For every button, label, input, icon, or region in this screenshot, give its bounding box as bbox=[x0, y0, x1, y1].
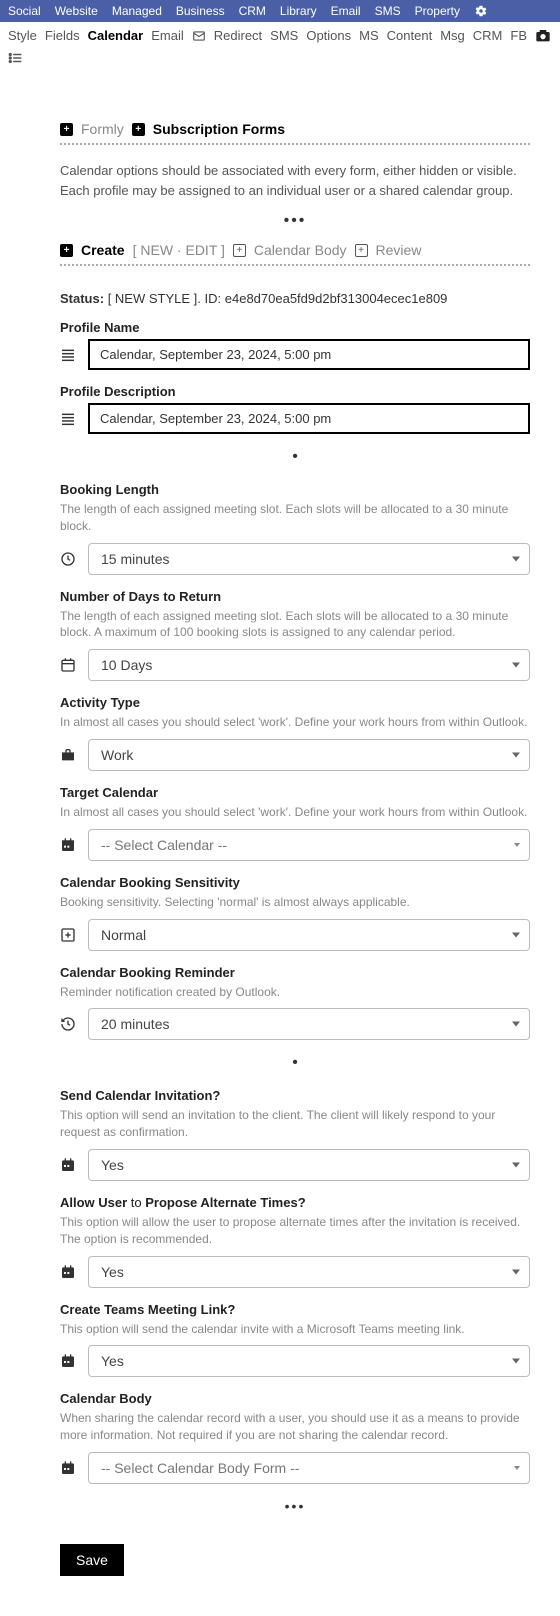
new-edit-label: [ NEW · EDIT ] bbox=[133, 242, 225, 258]
plus-outline-icon[interactable]: + bbox=[355, 244, 368, 257]
teams-link-help: This option will send the calendar invit… bbox=[60, 1321, 530, 1338]
activity-type-select[interactable]: Work bbox=[88, 739, 530, 771]
intro-text: Calendar options should be associated wi… bbox=[60, 161, 530, 200]
profile-description-label: Profile Description bbox=[60, 384, 530, 399]
reminder-help: Reminder notification created by Outlook… bbox=[60, 984, 530, 1001]
profile-description-input[interactable] bbox=[88, 403, 530, 434]
briefcase-icon bbox=[60, 747, 78, 763]
clock-icon bbox=[60, 551, 78, 567]
plus-icon[interactable]: + bbox=[60, 244, 73, 257]
plus-icon[interactable]: + bbox=[132, 123, 145, 136]
calendar-body-label: Calendar Body bbox=[60, 1391, 530, 1406]
calendar-fill-icon bbox=[60, 1157, 78, 1173]
nav-business[interactable]: Business bbox=[176, 4, 225, 18]
send-invite-help: This option will send an invitation to t… bbox=[60, 1107, 530, 1141]
plus-outline-icon[interactable]: + bbox=[233, 244, 246, 257]
nav-managed[interactable]: Managed bbox=[112, 4, 162, 18]
calendar-body-select[interactable]: -- Select Calendar Body Form -- bbox=[88, 1452, 530, 1484]
reminder-select[interactable]: 20 minutes bbox=[88, 1008, 530, 1040]
calendar-fill-icon bbox=[60, 837, 78, 853]
days-return-help: The length of each assigned meeting slot… bbox=[60, 608, 530, 642]
breadcrumb-formly[interactable]: Formly bbox=[81, 121, 124, 137]
booking-length-help: The length of each assigned meeting slot… bbox=[60, 501, 530, 535]
subnav-fb[interactable]: FB bbox=[510, 28, 527, 43]
sub-nav: Style Fields Calendar Email Redirect SMS… bbox=[0, 22, 560, 71]
menu-icon[interactable] bbox=[60, 347, 78, 363]
status-tag: [ NEW STYLE ]. bbox=[108, 291, 201, 306]
breadcrumb: + Formly + Subscription Forms bbox=[60, 121, 530, 137]
ellipsis-icon[interactable]: ••• bbox=[60, 1498, 530, 1514]
calendar-fill-icon bbox=[60, 1353, 78, 1369]
nav-library[interactable]: Library bbox=[280, 4, 317, 18]
allow-alt-help: This option will allow the user to propo… bbox=[60, 1214, 530, 1248]
divider bbox=[60, 143, 530, 145]
subnav-style[interactable]: Style bbox=[8, 28, 37, 43]
send-invite-label: Send Calendar Invitation? bbox=[60, 1088, 530, 1103]
breadcrumb-subscription-forms[interactable]: Subscription Forms bbox=[153, 121, 285, 137]
list-icon[interactable] bbox=[8, 51, 22, 65]
profile-name-input[interactable] bbox=[88, 339, 530, 370]
history-icon bbox=[60, 1016, 78, 1032]
sensitivity-help: Booking sensitivity. Selecting 'normal' … bbox=[60, 894, 530, 911]
days-return-label: Number of Days to Return bbox=[60, 589, 530, 604]
nav-property[interactable]: Property bbox=[415, 4, 460, 18]
plus-icon[interactable]: + bbox=[60, 123, 73, 136]
activity-type-label: Activity Type bbox=[60, 695, 530, 710]
top-nav: Social Website Managed Business CRM Libr… bbox=[0, 0, 560, 22]
subnav-email[interactable]: Email bbox=[151, 28, 184, 43]
subnav-msg[interactable]: Msg bbox=[440, 28, 465, 43]
plus-square-icon bbox=[60, 927, 78, 943]
allow-alt-select[interactable]: Yes bbox=[88, 1256, 530, 1288]
subnav-options[interactable]: Options bbox=[306, 28, 351, 43]
sensitivity-select[interactable]: Normal bbox=[88, 919, 530, 951]
calendar-icon bbox=[60, 657, 78, 673]
save-button[interactable]: Save bbox=[60, 1544, 124, 1576]
nav-sms[interactable]: SMS bbox=[375, 4, 401, 18]
subnav-ms[interactable]: MS bbox=[359, 28, 379, 43]
envelope-icon[interactable] bbox=[192, 29, 206, 43]
subnav-content[interactable]: Content bbox=[387, 28, 433, 43]
nav-website[interactable]: Website bbox=[55, 4, 98, 18]
activity-type-help: In almost all cases you should select 'w… bbox=[60, 714, 530, 731]
target-calendar-label: Target Calendar bbox=[60, 785, 530, 800]
status-id: e4e8d70ea5fd9d2bf313004ecec1e809 bbox=[225, 291, 448, 306]
sensitivity-label: Calendar Booking Sensitivity bbox=[60, 875, 530, 890]
nav-crm[interactable]: CRM bbox=[239, 4, 266, 18]
dot-separator bbox=[60, 448, 530, 466]
menu-icon[interactable] bbox=[60, 411, 78, 427]
nav-email[interactable]: Email bbox=[331, 4, 361, 18]
calendar-body-help: When sharing the calendar record with a … bbox=[60, 1410, 530, 1444]
days-return-select[interactable]: 10 Days bbox=[88, 649, 530, 681]
nav-social[interactable]: Social bbox=[8, 4, 41, 18]
teams-link-select[interactable]: Yes bbox=[88, 1345, 530, 1377]
status-id-label: ID: bbox=[205, 291, 222, 306]
status-label: Status: bbox=[60, 291, 104, 306]
subnav-crm[interactable]: CRM bbox=[473, 28, 503, 43]
profile-name-label: Profile Name bbox=[60, 320, 530, 335]
calendar-body-link[interactable]: Calendar Body bbox=[254, 242, 347, 258]
target-calendar-help: In almost all cases you should select 'w… bbox=[60, 804, 530, 821]
subnav-fields[interactable]: Fields bbox=[45, 28, 80, 43]
action-row: + Create [ NEW · EDIT ] + Calendar Body … bbox=[60, 242, 530, 258]
dot-separator bbox=[60, 1054, 530, 1072]
booking-length-select[interactable]: 15 minutes bbox=[88, 543, 530, 575]
gear-icon[interactable] bbox=[474, 4, 488, 18]
subnav-sms[interactable]: SMS bbox=[270, 28, 298, 43]
camera-icon[interactable] bbox=[535, 29, 549, 43]
allow-alt-label: Allow User to Propose Alternate Times? bbox=[60, 1195, 530, 1210]
subnav-redirect[interactable]: Redirect bbox=[214, 28, 262, 43]
teams-link-label: Create Teams Meeting Link? bbox=[60, 1302, 530, 1317]
send-invite-select[interactable]: Yes bbox=[88, 1149, 530, 1181]
target-calendar-select[interactable]: -- Select Calendar -- bbox=[88, 829, 530, 861]
subnav-calendar[interactable]: Calendar bbox=[88, 28, 144, 43]
divider bbox=[60, 264, 530, 266]
calendar-fill-icon bbox=[60, 1460, 78, 1476]
ellipsis-icon[interactable]: ••• bbox=[60, 212, 530, 230]
calendar-fill-icon bbox=[60, 1264, 78, 1280]
review-link[interactable]: Review bbox=[376, 242, 422, 258]
status-line: Status: [ NEW STYLE ]. ID: e4e8d70ea5fd9… bbox=[60, 291, 530, 306]
create-link[interactable]: Create bbox=[81, 242, 125, 258]
reminder-label: Calendar Booking Reminder bbox=[60, 965, 530, 980]
booking-length-label: Booking Length bbox=[60, 482, 530, 497]
